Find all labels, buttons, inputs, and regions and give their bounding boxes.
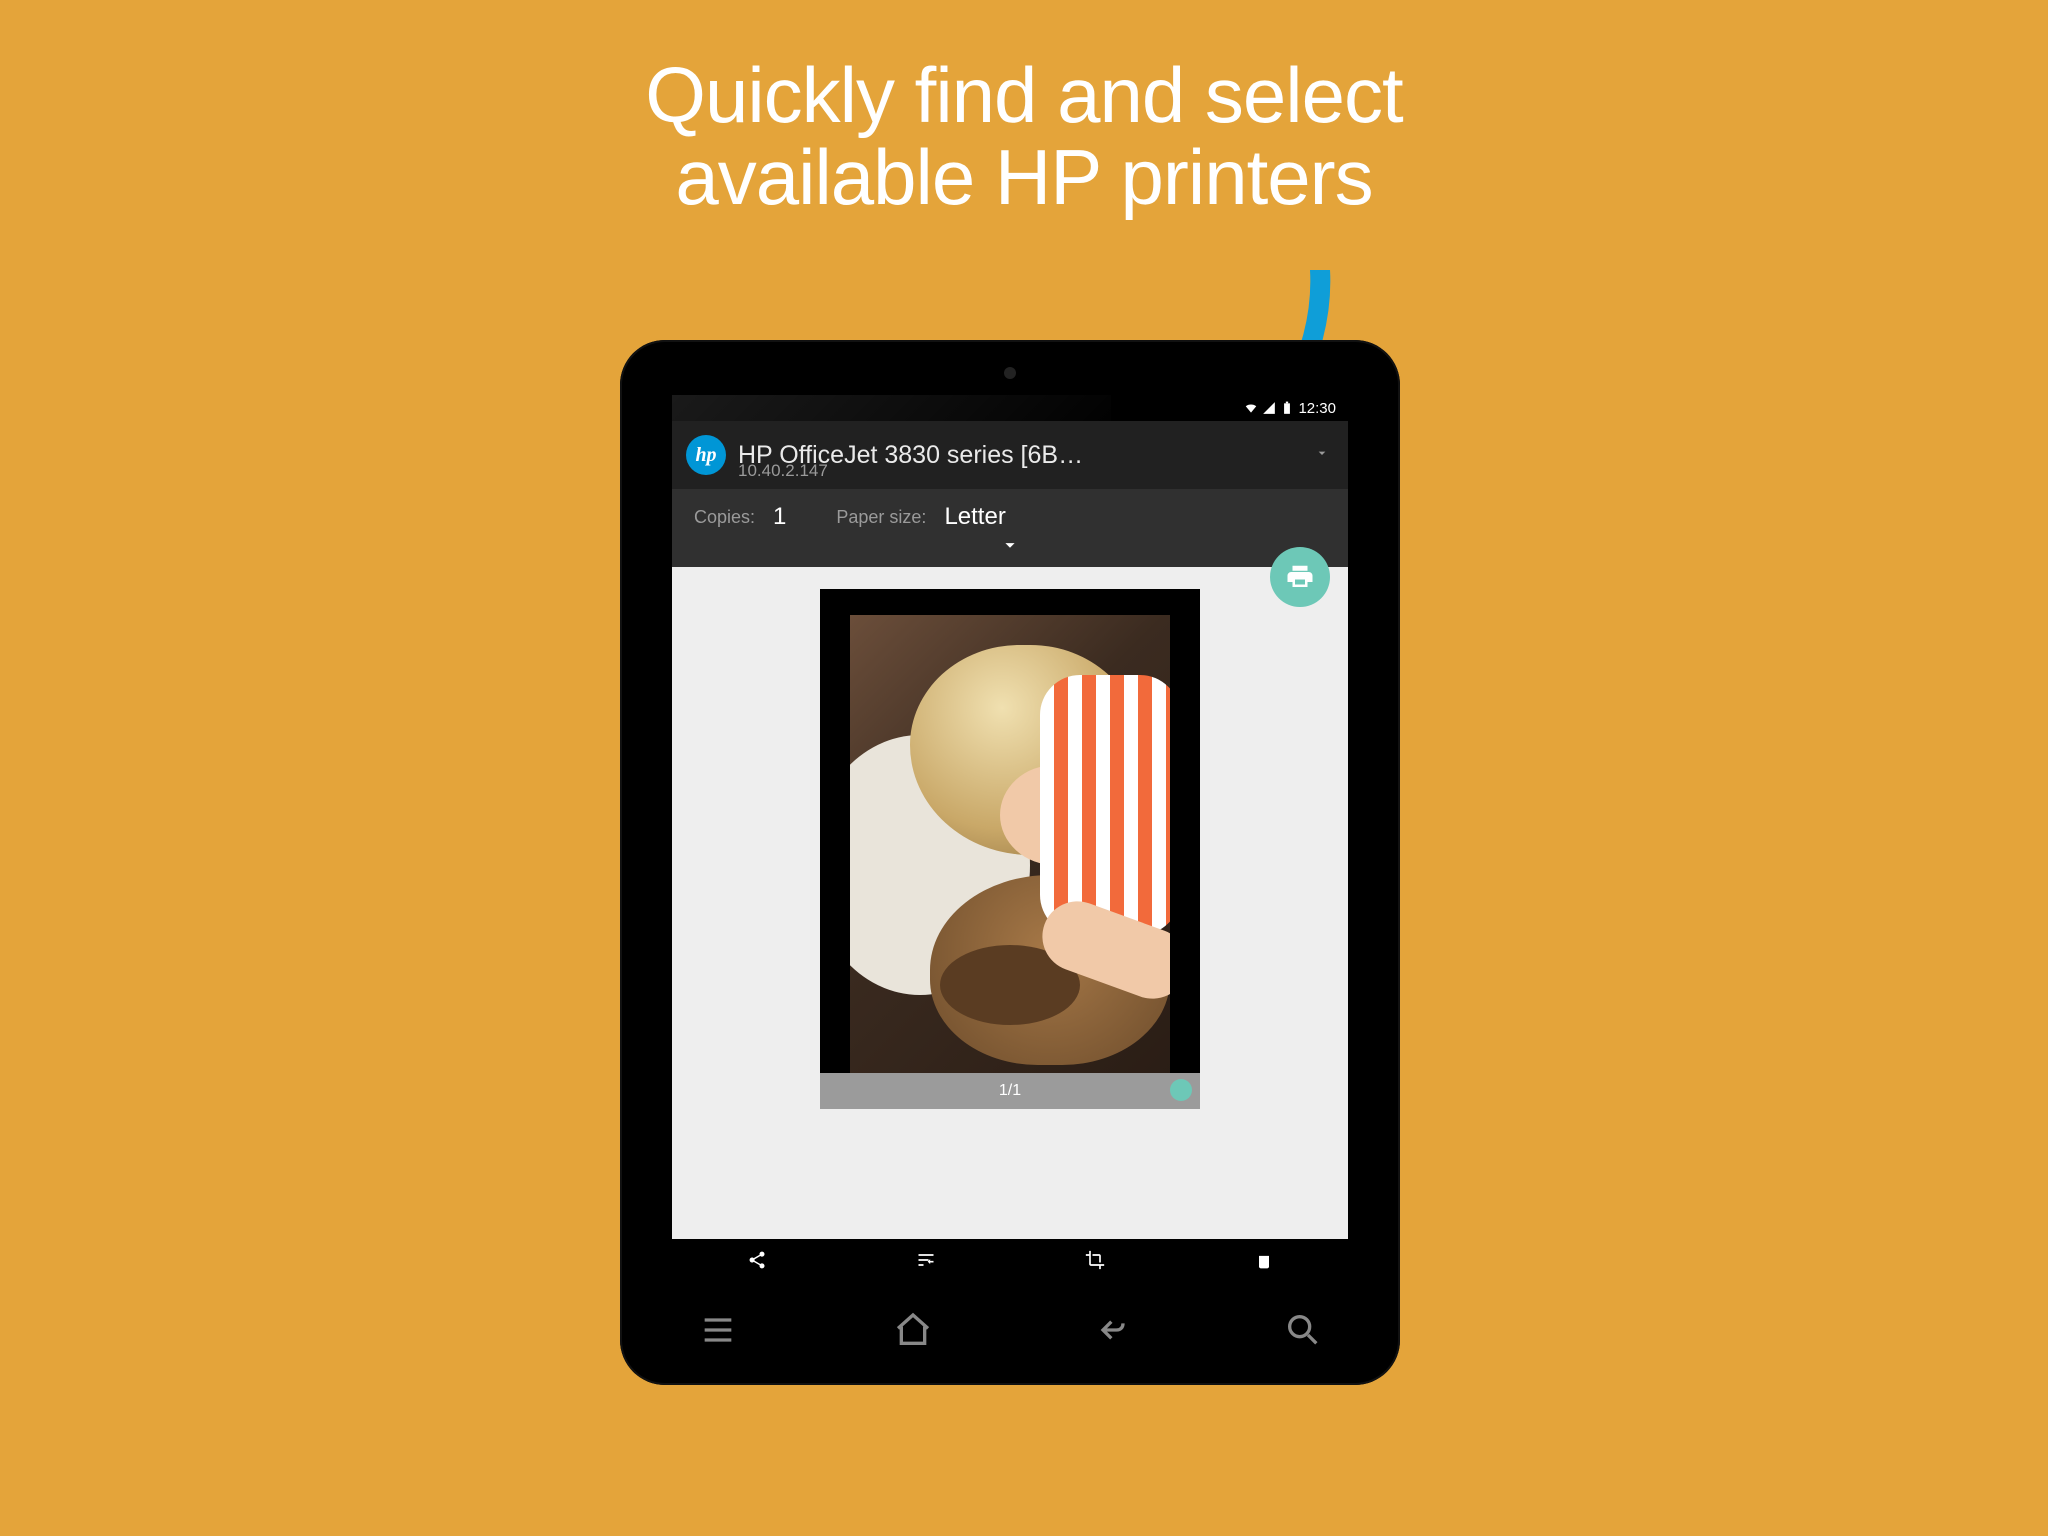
promo-headline: Quickly find and select available HP pri… [0, 55, 2048, 219]
copies-value[interactable]: 1 [773, 503, 786, 531]
app-bottom-bar [672, 1239, 1348, 1285]
headline-line2: available HP printers [675, 133, 1372, 221]
printer-icon [1285, 562, 1315, 592]
page-indicator-bar: 1/1 [820, 1073, 1200, 1109]
paper-size-value[interactable]: Letter [944, 503, 1005, 531]
preview-page[interactable]: 1/1 [820, 589, 1200, 1109]
signal-icon [1262, 401, 1276, 415]
android-status-bar: 12:30 [672, 395, 1348, 421]
device-screen: 12:30 hp HP OfficeJet 3830 series [6B… 1… [672, 395, 1348, 1285]
delete-button[interactable] [1254, 1250, 1274, 1275]
battery-icon [1280, 401, 1294, 415]
print-preview-area: 1/1 [672, 567, 1348, 1239]
menu-hw-button[interactable] [698, 1310, 738, 1355]
print-button[interactable] [1270, 547, 1330, 607]
home-hw-button[interactable] [893, 1310, 933, 1355]
page-selected-check-icon[interactable] [1170, 1079, 1192, 1101]
back-hw-button[interactable] [1088, 1310, 1128, 1355]
tablet-frame: 12:30 hp HP OfficeJet 3830 series [6B… 1… [620, 340, 1400, 1385]
paper-size-label: Paper size: [836, 507, 926, 528]
front-camera [1004, 367, 1016, 379]
search-hw-button[interactable] [1283, 1310, 1323, 1355]
dropdown-caret-icon [1314, 445, 1330, 466]
wifi-icon [1244, 401, 1258, 415]
copies-label: Copies: [694, 507, 755, 528]
page-indicator: 1/1 [999, 1082, 1021, 1100]
tune-button[interactable] [916, 1250, 936, 1275]
printer-selector[interactable]: hp HP OfficeJet 3830 series [6B… 10.40.2… [672, 421, 1348, 489]
crop-button[interactable] [1085, 1250, 1105, 1275]
hp-logo-icon: hp [686, 435, 726, 475]
print-options-header: hp HP OfficeJet 3830 series [6B… 10.40.2… [672, 421, 1348, 567]
preview-photo [850, 615, 1170, 1083]
hardware-nav-bar [620, 1297, 1400, 1367]
status-time: 12:30 [1298, 400, 1336, 417]
printer-ip: 10.40.2.147 [738, 461, 828, 481]
expand-options-button[interactable] [999, 534, 1021, 561]
share-button[interactable] [747, 1250, 767, 1275]
headline-line1: Quickly find and select [645, 51, 1402, 139]
